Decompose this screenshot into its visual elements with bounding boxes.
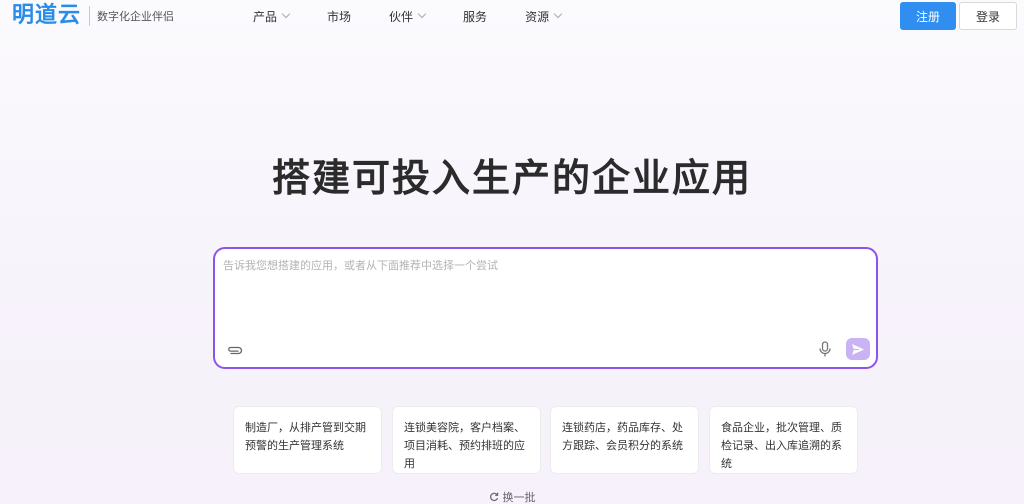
logo[interactable]: 明道云 数字化企业伴侣	[12, 0, 174, 32]
login-button[interactable]: 登录	[959, 2, 1017, 30]
logo-divider	[89, 6, 91, 26]
nav-item-label: 资源	[525, 9, 550, 24]
nav-item-products[interactable]: 产品	[253, 8, 291, 25]
send-icon	[852, 343, 864, 355]
register-button[interactable]: 注册	[900, 2, 956, 30]
nav-item-partners[interactable]: 伙伴	[389, 8, 427, 25]
refresh-suggestions: 换一批	[0, 489, 1024, 504]
nav-item-label: 服务	[463, 9, 488, 24]
refresh-label: 换一批	[502, 491, 536, 504]
top-header: 明道云 数字化企业伴侣 产品 市场 伙伴 服务 资源 注册 登录	[0, 0, 1024, 32]
prompt-box	[213, 247, 878, 369]
chevron-down-icon	[417, 9, 427, 19]
suggestion-cards: 制造厂，从排产管到交期预警的生产管理系统 连锁美容院，客户档案、项目消耗、预约排…	[233, 406, 859, 474]
suggestion-card[interactable]: 食品企业，批次管理、质检记录、出入库追溯的系统	[709, 406, 858, 474]
logo-tagline: 数字化企业伴侣	[97, 10, 175, 23]
suggestion-card[interactable]: 连锁药店，药品库存、处方跟踪、会员积分的系统	[550, 406, 699, 474]
prompt-input[interactable]	[223, 257, 868, 337]
refresh-button[interactable]: 换一批	[489, 489, 536, 504]
chevron-down-icon	[281, 9, 291, 19]
nav-item-label: 伙伴	[389, 9, 414, 24]
nav-item-resources[interactable]: 资源	[525, 8, 563, 25]
microphone-icon[interactable]	[816, 339, 834, 359]
main-nav: 产品 市场 伙伴 服务 资源	[253, 0, 599, 32]
nav-item-label: 产品	[253, 9, 278, 24]
send-button[interactable]	[846, 338, 870, 360]
suggestion-card[interactable]: 连锁美容院，客户档案、项目消耗、预约排班的应用	[392, 406, 541, 474]
paperclip-icon[interactable]	[225, 341, 245, 359]
refresh-icon	[489, 492, 498, 502]
nav-item-market[interactable]: 市场	[327, 8, 351, 25]
suggestion-card[interactable]: 制造厂，从排产管到交期预警的生产管理系统	[233, 406, 382, 474]
chevron-down-icon	[553, 9, 563, 19]
logo-text[interactable]: 明道云	[12, 0, 81, 32]
nav-item-services[interactable]: 服务	[463, 8, 487, 25]
page-title: 搭建可投入生产的企业应用	[271, 156, 752, 200]
nav-item-label: 市场	[327, 9, 352, 24]
